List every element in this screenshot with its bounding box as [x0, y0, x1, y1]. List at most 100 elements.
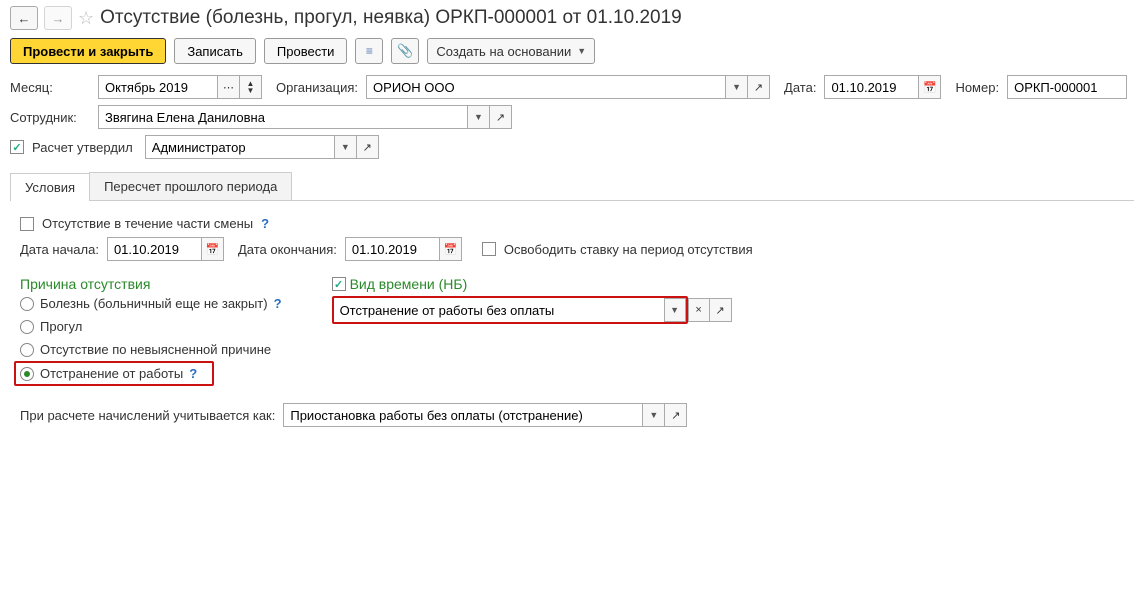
part-shift-row: Отсутствие в течение части смены ?: [20, 213, 1124, 234]
reason-suspension-radio[interactable]: [20, 367, 34, 381]
post-button[interactable]: Провести: [264, 38, 348, 64]
document-movements-button[interactable]: ≡: [355, 38, 383, 64]
reason-illness-row: Болезнь (больничный еще не закрыт) ?: [20, 292, 282, 315]
time-type-group: ▼ × ↗: [332, 296, 732, 324]
time-type-column: Вид времени (НБ) ▼ × ↗: [332, 276, 732, 324]
time-type-input[interactable]: [334, 298, 664, 322]
date-end-input[interactable]: [345, 237, 440, 261]
paperclip-icon: 📎: [397, 43, 413, 59]
page-title: Отсутствие (болезнь, прогул, неявка) ОРК…: [100, 7, 682, 29]
calc-as-group: ▼ ↗: [283, 403, 687, 427]
reason-suspension-row: Отстранение от работы ?: [14, 361, 214, 386]
reason-illness-radio[interactable]: [20, 297, 34, 311]
titlebar: ← → ☆ Отсутствие (болезнь, прогул, неявк…: [0, 0, 1144, 34]
time-type-clear-button[interactable]: ×: [688, 298, 710, 322]
approver-open-button[interactable]: ↗: [357, 135, 379, 159]
month-picker-button[interactable]: ⋯: [218, 75, 240, 99]
month-field-group: ⋯ ▲▼: [98, 75, 262, 99]
star-icon[interactable]: ☆: [78, 8, 94, 29]
org-dropdown-button[interactable]: ▼: [726, 75, 748, 99]
date-start-calendar-button[interactable]: 📅: [202, 237, 224, 261]
calc-as-open-button[interactable]: ↗: [665, 403, 687, 427]
dates-row: Дата начала: 📅 Дата окончания: 📅 Освобод…: [20, 234, 1124, 264]
arrow-left-icon: ←: [18, 11, 31, 26]
time-type-open-button[interactable]: ↗: [710, 298, 732, 322]
nav-back-button[interactable]: ←: [10, 6, 38, 30]
number-input[interactable]: [1007, 75, 1127, 99]
number-label: Номер:: [955, 80, 999, 95]
calc-approved-label: Расчет утвердил: [32, 140, 133, 155]
tab-conditions[interactable]: Условия: [10, 173, 90, 201]
date-start-group: 📅: [107, 237, 224, 261]
approver-input[interactable]: [145, 135, 335, 159]
time-type-highlight: ▼: [332, 296, 688, 324]
reason-truancy-label: Прогул: [40, 319, 82, 334]
calc-as-dropdown-button[interactable]: ▼: [643, 403, 665, 427]
org-open-button[interactable]: ↗: [748, 75, 770, 99]
tab-content-conditions: Отсутствие в течение части смены ? Дата …: [0, 201, 1144, 442]
toolbar: Провести и закрыть Записать Провести ≡ 📎…: [0, 34, 1144, 72]
reason-unknown-radio[interactable]: [20, 343, 34, 357]
month-label: Месяц:: [10, 80, 90, 95]
date-start-input[interactable]: [107, 237, 202, 261]
post-and-close-button[interactable]: Провести и закрыть: [10, 38, 166, 64]
calc-as-row: При расчете начислений учитывается как: …: [20, 400, 1124, 430]
part-shift-label: Отсутствие в течение части смены: [42, 216, 253, 231]
calc-as-label: При расчете начислений учитывается как:: [20, 408, 275, 423]
time-type-title-row: Вид времени (НБ): [332, 276, 732, 292]
arrow-right-icon: →: [52, 11, 65, 26]
release-rate-label: Освободить ставку на период отсутствия: [504, 242, 753, 257]
create-based-on-button[interactable]: Создать на основании ▼: [427, 38, 595, 64]
date-end-calendar-button[interactable]: 📅: [440, 237, 462, 261]
date-input[interactable]: [824, 75, 919, 99]
reason-unknown-label: Отсутствие по невыясненной причине: [40, 342, 271, 357]
list-icon: ≡: [366, 47, 373, 56]
reason-illness-help[interactable]: ?: [274, 296, 282, 311]
date-end-group: 📅: [345, 237, 462, 261]
org-label: Организация:: [276, 80, 358, 95]
write-button[interactable]: Записать: [174, 38, 256, 64]
header-fields-row-1: Месяц: ⋯ ▲▼ Организация: ▼ ↗ Дата: 📅 Ном…: [0, 72, 1144, 102]
employee-open-button[interactable]: ↗: [490, 105, 512, 129]
reason-illness-label: Болезнь (больничный еще не закрыт): [40, 296, 268, 311]
time-type-dropdown-button[interactable]: ▼: [664, 298, 686, 322]
time-type-checkbox[interactable]: [332, 277, 346, 291]
create-based-on-label: Создать на основании: [436, 44, 571, 59]
reason-suspension-help[interactable]: ?: [189, 366, 197, 381]
attachments-button[interactable]: 📎: [391, 38, 419, 64]
reason-title: Причина отсутствия: [20, 276, 282, 292]
reason-suspension-label: Отстранение от работы: [40, 366, 183, 381]
part-shift-checkbox[interactable]: [20, 217, 34, 231]
reason-truancy-row: Прогул: [20, 315, 282, 338]
release-rate-checkbox[interactable]: [482, 242, 496, 256]
org-input[interactable]: [366, 75, 726, 99]
month-spinner-button[interactable]: ▲▼: [240, 75, 262, 99]
date-start-label: Дата начала:: [20, 242, 99, 257]
calc-as-input[interactable]: [283, 403, 643, 427]
employee-label: Сотрудник:: [10, 110, 90, 125]
date-calendar-button[interactable]: 📅: [919, 75, 941, 99]
date-end-label: Дата окончания:: [238, 242, 337, 257]
date-label: Дата:: [784, 80, 816, 95]
employee-field-group: ▼ ↗: [98, 105, 512, 129]
reason-column: Причина отсутствия Болезнь (больничный е…: [20, 276, 282, 386]
approver-row: Расчет утвердил ▼ ↗: [0, 132, 1144, 162]
employee-input[interactable]: [98, 105, 468, 129]
tab-recalc[interactable]: Пересчет прошлого периода: [89, 172, 292, 200]
approver-field-group: ▼ ↗: [145, 135, 379, 159]
approver-dropdown-button[interactable]: ▼: [335, 135, 357, 159]
tabs: Условия Пересчет прошлого периода: [10, 172, 1134, 201]
org-field-group: ▼ ↗: [366, 75, 770, 99]
calc-approved-checkbox[interactable]: [10, 140, 24, 154]
employee-row: Сотрудник: ▼ ↗: [0, 102, 1144, 132]
time-type-title: Вид времени (НБ): [350, 276, 468, 292]
reason-truancy-radio[interactable]: [20, 320, 34, 334]
nav-forward-button[interactable]: →: [44, 6, 72, 30]
part-shift-help[interactable]: ?: [261, 216, 269, 231]
reason-section: Причина отсутствия Болезнь (больничный е…: [20, 276, 1124, 386]
date-field-group: 📅: [824, 75, 941, 99]
month-input[interactable]: [98, 75, 218, 99]
reason-unknown-row: Отсутствие по невыясненной причине: [20, 338, 282, 361]
chevron-down-icon: ▼: [577, 46, 586, 56]
employee-dropdown-button[interactable]: ▼: [468, 105, 490, 129]
